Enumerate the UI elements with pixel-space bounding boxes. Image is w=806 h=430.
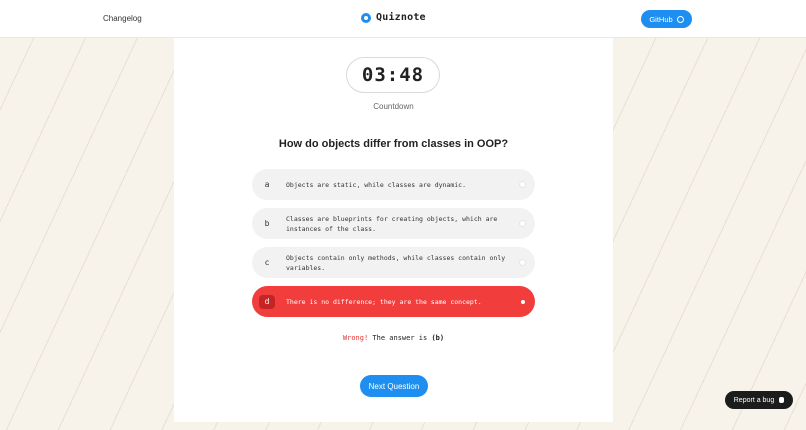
changelog-link[interactable]: Changelog xyxy=(103,14,142,23)
countdown-timer: 03:48 xyxy=(346,57,440,93)
brand-name: Quiznote xyxy=(376,12,426,23)
bug-icon xyxy=(779,397,785,403)
option-letter: a xyxy=(264,180,270,189)
option-text: Objects are static, while classes are dy… xyxy=(286,180,467,189)
option-b[interactable]: b Classes are blueprints for creating ob… xyxy=(252,208,535,239)
option-text: There is no difference; they are the sam… xyxy=(286,297,482,306)
brand[interactable]: Quiznote xyxy=(361,12,426,23)
option-a[interactable]: a Objects are static, while classes are … xyxy=(252,169,535,200)
top-header: Changelog Quiznote GitHub xyxy=(0,0,806,38)
report-bug-button[interactable]: Report a bug xyxy=(725,391,793,409)
github-icon xyxy=(676,15,684,23)
next-question-button[interactable]: Next Question xyxy=(360,375,428,397)
radio-indicator-icon xyxy=(519,181,526,188)
option-letter: c xyxy=(264,258,270,267)
github-button[interactable]: GitHub xyxy=(641,10,692,28)
option-c[interactable]: c Objects contain only methods, while cl… xyxy=(252,247,535,278)
quiz-card: 03:48 Countdown How do objects differ fr… xyxy=(174,38,613,422)
question-text: How do objects differ from classes in OO… xyxy=(278,138,509,150)
option-d[interactable]: d There is no difference; they are the s… xyxy=(252,286,535,317)
correct-answer: (b) xyxy=(431,334,445,342)
feedback-status: Wrong! xyxy=(342,334,369,342)
quiznote-logo-icon xyxy=(361,12,371,23)
answer-feedback: Wrong! The answer is (b) xyxy=(174,334,613,342)
radio-indicator-icon xyxy=(521,300,525,304)
feedback-message: The answer is xyxy=(372,334,428,342)
radio-indicator-icon xyxy=(519,259,526,266)
countdown-label: Countdown xyxy=(373,102,414,111)
report-bug-label: Report a bug xyxy=(733,396,775,404)
option-letter: d xyxy=(252,294,282,309)
option-letter: b xyxy=(264,219,270,228)
radio-indicator-icon xyxy=(519,220,526,227)
option-text: Classes are blueprints for creating obje… xyxy=(286,214,498,233)
option-text: Objects contain only methods, while clas… xyxy=(286,253,506,272)
github-button-label: GitHub xyxy=(649,14,673,24)
